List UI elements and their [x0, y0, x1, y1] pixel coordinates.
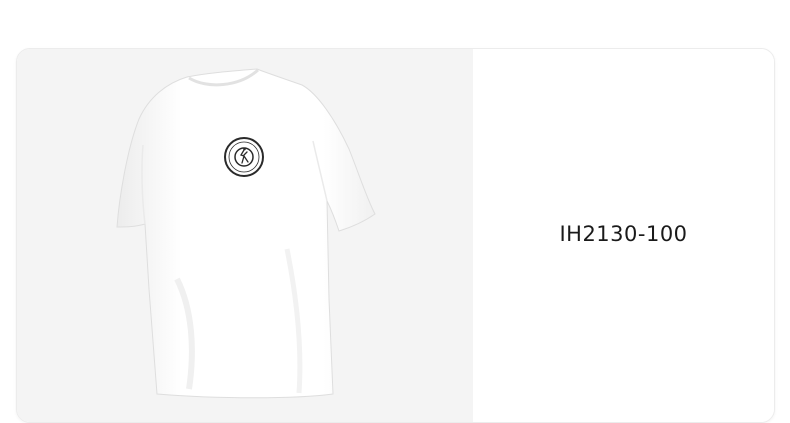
product-sku: IH2130-100	[559, 221, 688, 246]
product-image[interactable]	[17, 49, 473, 422]
product-card[interactable]: IH2130-100	[16, 48, 775, 423]
product-info: IH2130-100	[473, 49, 774, 422]
tshirt-icon	[116, 68, 376, 399]
jumpman-circle-logo-icon	[224, 137, 264, 177]
